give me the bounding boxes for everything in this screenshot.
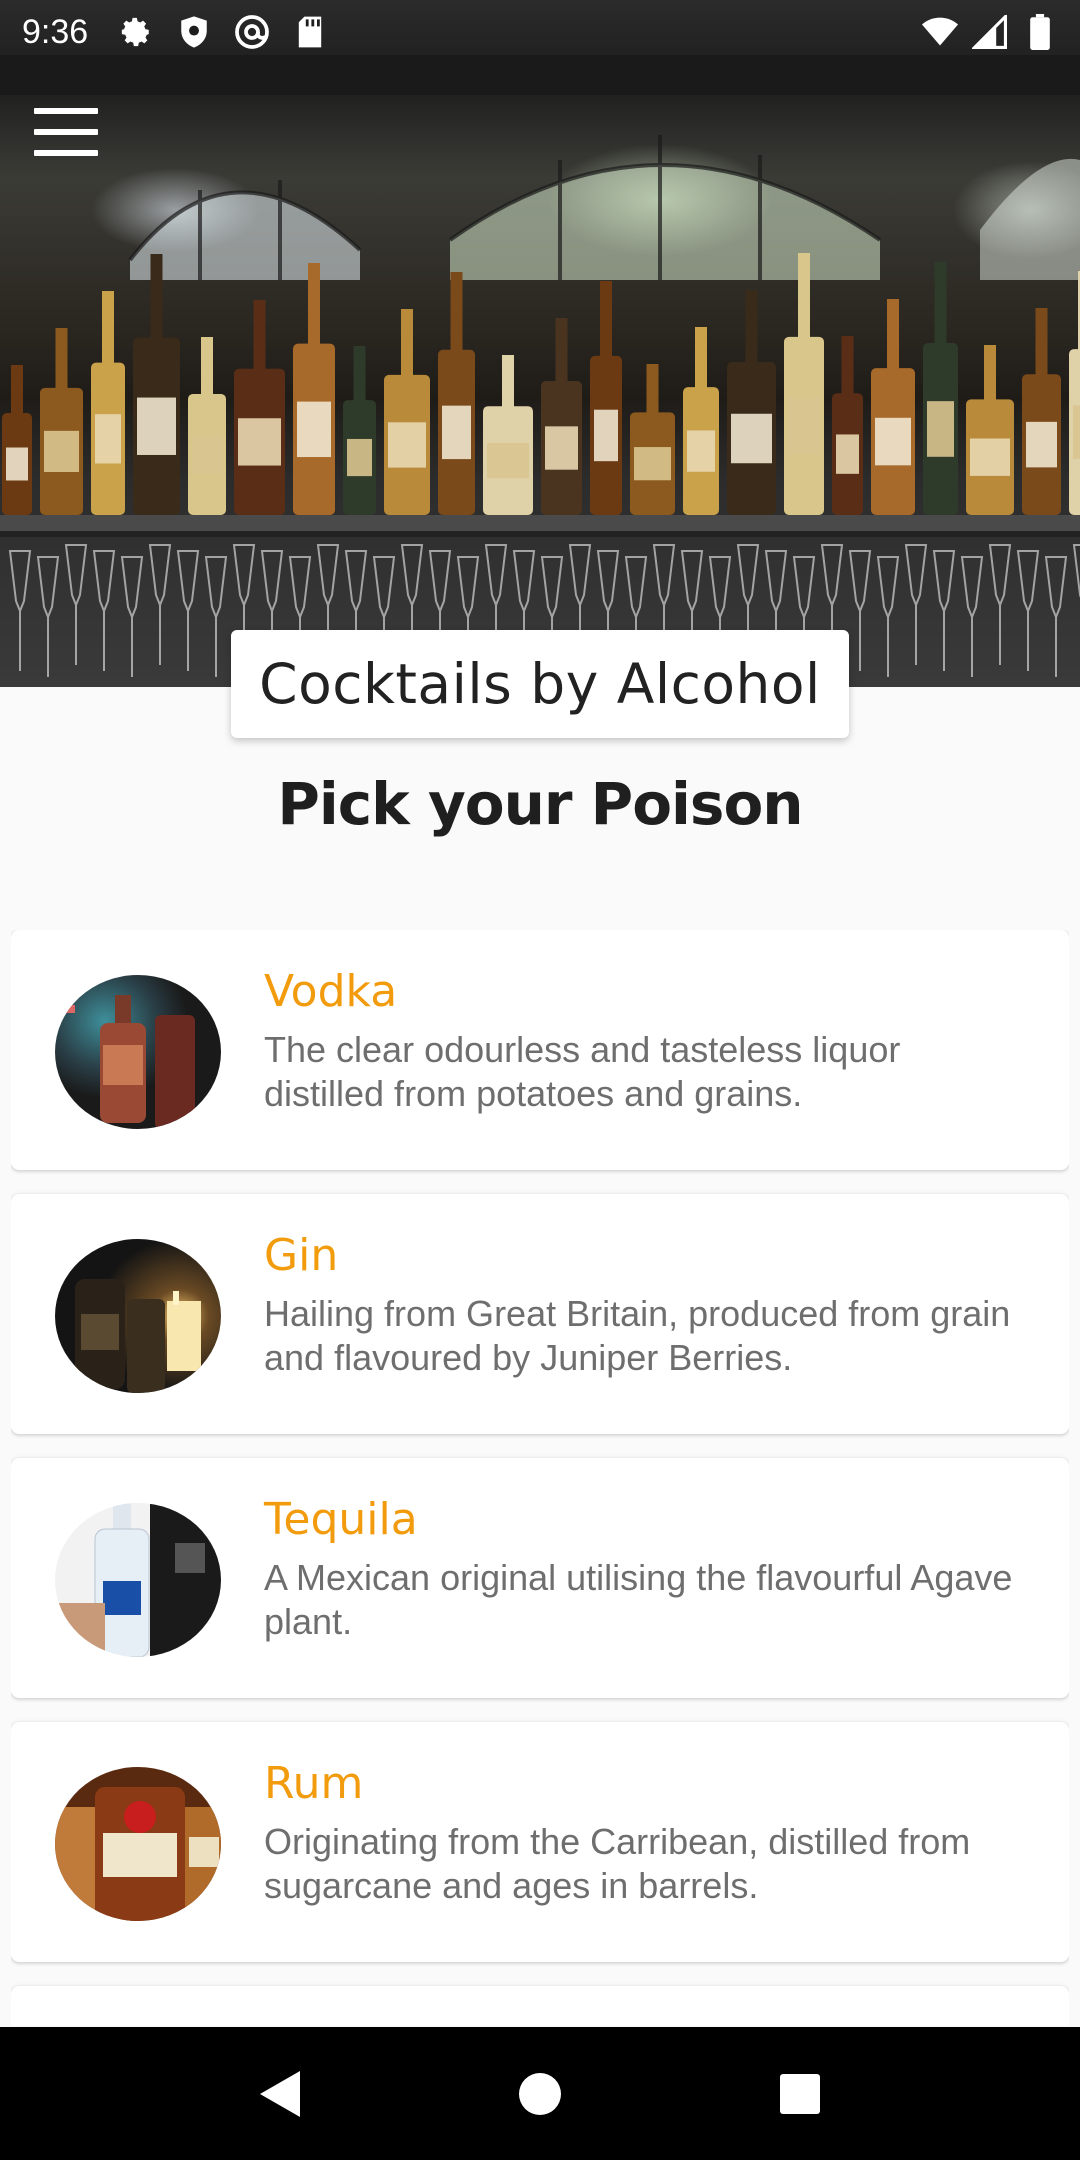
menu-icon-line (34, 129, 98, 135)
card-title: Rum (264, 1758, 364, 1809)
alcohol-card-gin[interactable]: Gin Hailing from Great Britain, produced… (11, 1194, 1069, 1434)
alcohol-list: Vodka The clear odourless and tasteless … (11, 930, 1069, 2025)
card-title: Vodka (264, 966, 398, 1017)
cell-signal-icon (972, 14, 1008, 50)
shield-icon (176, 14, 212, 50)
title-card: Cocktails by Alcohol (231, 630, 849, 738)
home-icon[interactable] (500, 2054, 580, 2134)
card-description: Hailing from Great Britain, produced fro… (264, 1293, 1011, 1378)
page-title: Cocktails by Alcohol (259, 652, 821, 716)
back-icon[interactable] (240, 2054, 320, 2134)
hero-image (0, 0, 1080, 687)
at-sign-icon (234, 14, 270, 50)
menu-icon-line (34, 108, 98, 114)
navigation-bar (0, 2027, 1080, 2160)
recents-icon[interactable] (760, 2054, 840, 2134)
gin-bottle-photo (55, 1239, 221, 1393)
status-time: 9:36 (22, 12, 89, 51)
card-description: The clear odourless and tasteless liquor… (264, 1029, 901, 1114)
menu-icon-line (34, 150, 98, 156)
menu-button[interactable] (34, 108, 98, 156)
wifi-icon (922, 14, 958, 50)
sd-card-icon (292, 14, 328, 50)
status-bar: 9:36 (0, 0, 1080, 64)
bar-shelf-illustration (0, 55, 1080, 677)
card-title: Gin (264, 1230, 339, 1281)
vodka-bottle-photo (55, 975, 221, 1129)
battery-icon (1022, 14, 1058, 50)
rum-bottle-photo (55, 1767, 221, 1921)
alcohol-card-rum[interactable]: Rum Originating from the Carribean, dist… (11, 1722, 1069, 1962)
card-description: Originating from the Carribean, distille… (264, 1821, 971, 1906)
alcohol-card-vodka[interactable]: Vodka The clear odourless and tasteless … (11, 930, 1069, 1170)
card-title: Tequila (264, 1494, 418, 1545)
card-description: A Mexican original utilising the flavour… (264, 1557, 1013, 1642)
gear-icon (118, 14, 154, 50)
section-heading: Pick your Poison (277, 770, 803, 838)
alcohol-card-tequila[interactable]: Tequila A Mexican original utilising the… (11, 1458, 1069, 1698)
tequila-bottle-photo (55, 1503, 221, 1657)
alcohol-card-partial[interactable] (11, 1986, 1069, 2025)
